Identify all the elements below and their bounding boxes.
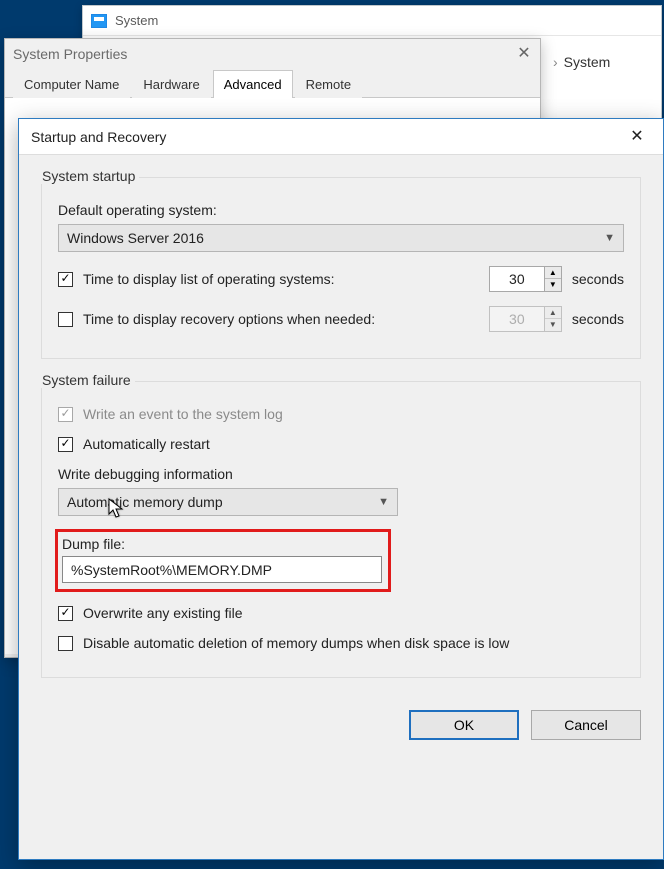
write-debug-select[interactable]: Automatic memory dump ▼ (58, 488, 398, 516)
system-properties-tabs: Computer Name Hardware Advanced Remote (5, 69, 540, 98)
auto-restart-checkbox[interactable] (58, 437, 73, 452)
dump-file-input[interactable]: %SystemRoot%\MEMORY.DMP (62, 556, 382, 583)
display-recovery-value (490, 307, 544, 331)
write-event-label: Write an event to the system log (83, 406, 283, 422)
dump-file-label: Dump file: (62, 536, 382, 552)
tab-remote[interactable]: Remote (295, 70, 363, 98)
default-os-value: Windows Server 2016 (67, 230, 204, 246)
breadcrumb[interactable]: › System (553, 54, 610, 70)
display-recovery-spinner: ▲▼ (489, 306, 562, 332)
disable-delete-label: Disable automatic deletion of memory dum… (83, 635, 509, 651)
spinner-up-icon: ▲ (545, 307, 561, 319)
auto-restart-label: Automatically restart (83, 436, 210, 452)
write-event-checkbox (58, 407, 73, 422)
chevron-right-icon: › (553, 54, 558, 70)
cancel-button[interactable]: Cancel (531, 710, 641, 740)
close-icon[interactable]: ✕ (516, 46, 532, 62)
group-legend-startup: System startup (38, 168, 139, 184)
dump-file-value: %SystemRoot%\MEMORY.DMP (71, 562, 272, 578)
group-system-startup: System startup Default operating system:… (41, 177, 641, 359)
breadcrumb-label: System (564, 54, 611, 70)
display-recovery-unit: seconds (572, 311, 624, 327)
startup-recovery-titlebar[interactable]: Startup and Recovery ✕ (19, 119, 663, 155)
display-list-spinner[interactable]: ▲▼ (489, 266, 562, 292)
group-system-failure: System failure Write an event to the sys… (41, 381, 641, 678)
default-os-select[interactable]: Windows Server 2016 ▼ (58, 224, 624, 252)
chevron-down-icon: ▼ (378, 496, 389, 508)
tab-computer-name[interactable]: Computer Name (13, 70, 130, 98)
close-icon[interactable]: ✕ (623, 123, 651, 151)
display-list-checkbox[interactable] (58, 272, 73, 287)
chevron-down-icon: ▼ (604, 232, 615, 244)
startup-recovery-dialog: Startup and Recovery ✕ System startup De… (18, 118, 664, 860)
spinner-down-icon: ▼ (545, 319, 561, 331)
default-os-label: Default operating system: (58, 202, 624, 218)
display-recovery-checkbox[interactable] (58, 312, 73, 327)
tab-hardware[interactable]: Hardware (132, 70, 210, 98)
dialog-title: Startup and Recovery (31, 129, 166, 145)
display-list-label: Time to display list of operating system… (83, 271, 335, 287)
spinner-down-icon[interactable]: ▼ (545, 279, 561, 291)
display-list-unit: seconds (572, 271, 624, 287)
overwrite-label: Overwrite any existing file (83, 605, 243, 621)
system-properties-title: System Properties (13, 46, 127, 62)
tab-advanced[interactable]: Advanced (213, 70, 293, 98)
system-properties-titlebar[interactable]: System Properties ✕ (5, 39, 540, 69)
write-debug-label: Write debugging information (58, 466, 624, 482)
ok-button[interactable]: OK (409, 710, 519, 740)
spinner-up-icon[interactable]: ▲ (545, 267, 561, 279)
display-recovery-label: Time to display recovery options when ne… (83, 311, 375, 327)
system-window-titlebar[interactable]: System (83, 6, 661, 36)
disable-delete-checkbox[interactable] (58, 636, 73, 651)
dialog-button-bar: OK Cancel (19, 710, 663, 758)
system-window-title: System (115, 13, 158, 28)
overwrite-checkbox[interactable] (58, 606, 73, 621)
group-legend-failure: System failure (38, 372, 135, 388)
write-debug-value: Automatic memory dump (67, 494, 223, 510)
system-icon (91, 14, 107, 28)
display-list-value[interactable] (490, 267, 544, 291)
